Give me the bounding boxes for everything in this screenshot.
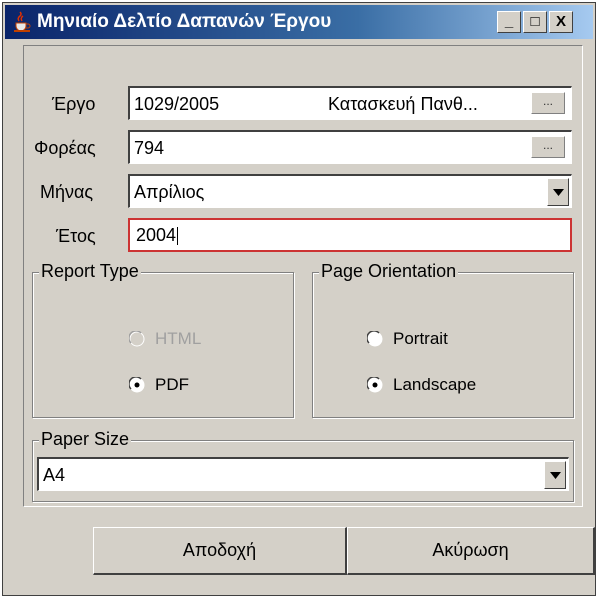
page-orientation-group: Page Orientation Portrait Landscape [312, 261, 574, 418]
radio-pdf-label: PDF [155, 375, 189, 394]
year-input[interactable]: 2004 [128, 218, 572, 252]
radio-unselected-icon [129, 331, 145, 347]
year-label: Έτος [56, 226, 96, 246]
paper-size-select[interactable]: A4 [37, 457, 569, 491]
agency-field[interactable]: 794 ... [128, 130, 572, 164]
radio-pdf[interactable]: PDF [129, 375, 189, 395]
window-title: Μηνιαίο Δελτίο Δαπανών Έργου [37, 11, 332, 32]
dialog-window: Μηνιαίο Δελτίο Δαπανών Έργου _ □ X Έργο … [2, 2, 596, 596]
month-value: Απρίλιος [134, 182, 205, 202]
text-caret [177, 227, 179, 246]
report-type-legend: Report Type [39, 261, 141, 282]
accept-button[interactable]: Αποδοχή [93, 527, 347, 575]
radio-html[interactable]: HTML [129, 329, 201, 349]
form-panel: Έργο 1029/2005 Κατασκευή Πανθ... ... Φορ… [23, 45, 583, 507]
title-bar[interactable]: Μηνιαίο Δελτίο Δαπανών Έργου _ □ X [5, 5, 593, 39]
java-cup-icon [11, 11, 33, 33]
radio-landscape-label: Landscape [393, 375, 477, 394]
chevron-down-icon[interactable] [547, 178, 569, 206]
paper-size-legend: Paper Size [39, 429, 132, 450]
radio-portrait[interactable]: Portrait [367, 329, 448, 349]
paper-size-value: A4 [43, 465, 66, 485]
maximize-button[interactable]: □ [523, 11, 547, 33]
radio-landscape[interactable]: Landscape [367, 375, 476, 395]
month-label: Μήνας [40, 182, 94, 202]
radio-selected-icon [129, 377, 145, 393]
project-code: 1029/2005 [134, 94, 220, 114]
year-value: 2004 [136, 225, 177, 245]
project-label: Έργο [52, 94, 96, 114]
cancel-button[interactable]: Ακύρωση [347, 527, 595, 575]
project-field[interactable]: 1029/2005 Κατασκευή Πανθ... ... [128, 86, 572, 120]
agency-value: 794 [134, 138, 165, 158]
page-orientation-legend: Page Orientation [319, 261, 459, 282]
project-description: Κατασκευή Πανθ... [328, 94, 478, 114]
minimize-button[interactable]: _ [497, 11, 521, 33]
radio-portrait-label: Portrait [393, 329, 448, 348]
close-button[interactable]: X [549, 11, 573, 33]
radio-unselected-icon [367, 331, 383, 347]
agency-lookup-button[interactable]: ... [531, 136, 565, 158]
paper-size-group: Paper Size A4 [32, 429, 574, 502]
agency-label: Φορέας [34, 138, 96, 158]
project-lookup-button[interactable]: ... [531, 92, 565, 114]
chevron-down-icon[interactable] [544, 461, 566, 489]
radio-html-label: HTML [155, 329, 202, 348]
month-select[interactable]: Απρίλιος [128, 174, 572, 208]
radio-selected-icon [367, 377, 383, 393]
report-type-group: Report Type HTML PDF [32, 261, 294, 418]
